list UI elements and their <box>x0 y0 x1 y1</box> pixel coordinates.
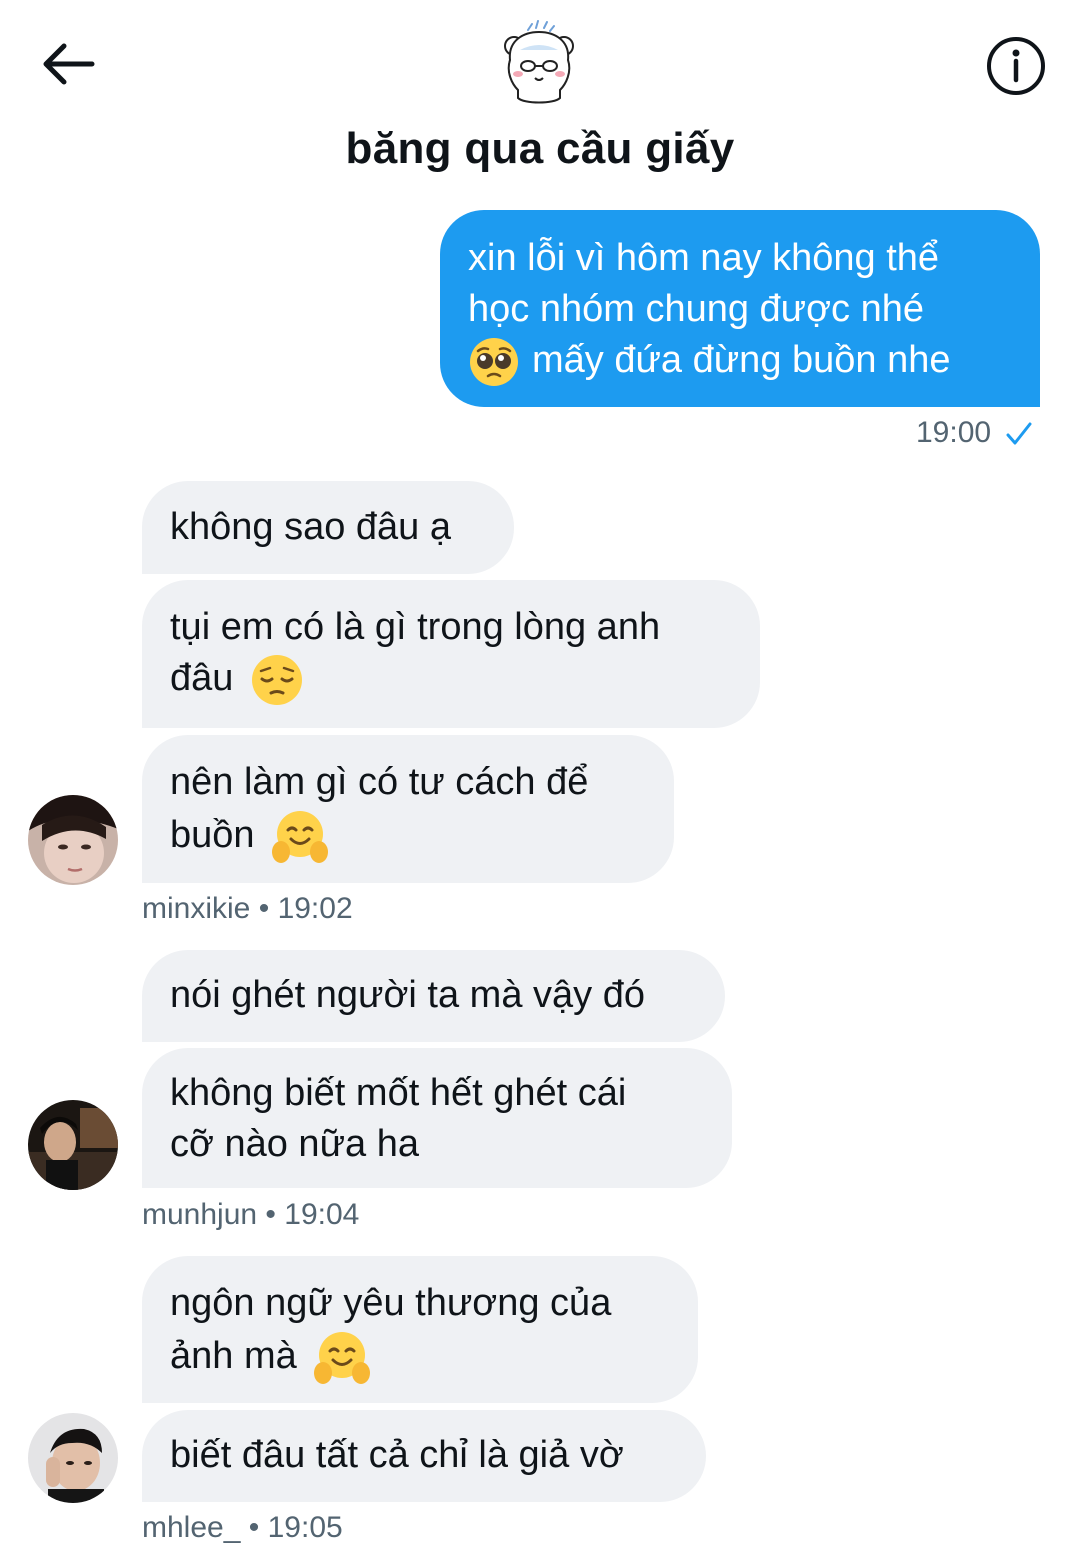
group-avatar[interactable] <box>500 20 578 106</box>
message-line: cỡ nào nữa ha <box>170 1123 419 1165</box>
hugging-face-emoji <box>314 1332 371 1384</box>
message-line-text: đâu <box>170 657 234 700</box>
pleading-face-emoji <box>470 337 518 386</box>
incoming-message[interactable]: biết đâu tất cả chỉ là giả vờ <box>142 1410 706 1502</box>
message-line: biết đâu tất cả chỉ là giả vờ <box>170 1434 624 1476</box>
sender-meta: munhjun • 19:04 <box>142 1198 359 1232</box>
message-time: 19:00 <box>916 416 992 449</box>
bear-avatar-icon <box>504 20 574 104</box>
incoming-message[interactable]: ngôn ngữ yêu thương của ảnh mà <box>142 1256 698 1403</box>
incoming-message[interactable]: tụi em có là gì trong lòng anh đâu <box>142 580 760 728</box>
message-time: 19:04 <box>284 1198 360 1231</box>
message-line: xin lỗi vì hôm nay không thể <box>468 237 940 279</box>
outgoing-meta: 19:00 <box>916 416 1033 450</box>
message-line: ngôn ngữ yêu thương của <box>170 1282 612 1324</box>
pensive-face-emoji <box>251 655 302 705</box>
hugging-face-emoji <box>272 811 329 863</box>
user-photo-icon <box>28 1100 118 1190</box>
message-line-text: ảnh mà <box>170 1335 297 1378</box>
outgoing-message[interactable]: xin lỗi vì hôm nay không thể học nhóm ch… <box>440 210 1040 407</box>
info-button[interactable] <box>984 36 1048 96</box>
message-line: đâu <box>170 653 732 707</box>
message-line: học nhóm chung được nhé <box>468 288 924 330</box>
arrow-left-icon <box>43 43 95 85</box>
message-line: mấy đứa đừng buồn nhe <box>468 335 1012 388</box>
separator: • <box>265 1198 276 1231</box>
incoming-message[interactable]: không sao đâu ạ <box>142 481 514 574</box>
back-button[interactable] <box>36 38 100 90</box>
avatar[interactable] <box>28 1100 118 1190</box>
sender-meta: mhlee_ • 19:05 <box>142 1511 343 1545</box>
message-line: nói ghét người ta mà vậy đó <box>170 974 645 1016</box>
sender-name: minxikie <box>142 892 251 925</box>
message-time: 19:05 <box>267 1511 343 1544</box>
info-circle-icon <box>987 37 1045 95</box>
message-line: buồn <box>170 808 646 866</box>
message-line-text: buồn <box>170 814 255 857</box>
incoming-message[interactable]: nói ghét người ta mà vậy đó <box>142 950 725 1042</box>
sent-check-icon <box>1006 422 1032 445</box>
message-line: không biết mốt hết ghét cái <box>170 1072 627 1114</box>
sender-meta: minxikie • 19:02 <box>142 892 353 926</box>
user-photo-icon <box>28 795 118 885</box>
conversation-title: băng qua cầu giấy <box>345 124 735 173</box>
message-line: ảnh mà <box>170 1329 670 1387</box>
avatar[interactable] <box>28 1413 118 1503</box>
incoming-message[interactable]: nên làm gì có tư cách để buồn <box>142 735 674 883</box>
message-time: 19:02 <box>277 892 353 925</box>
sender-name: mhlee_ <box>142 1511 241 1544</box>
user-photo-icon <box>28 1413 118 1503</box>
sender-name: munhjun <box>142 1198 258 1231</box>
message-line: nên làm gì có tư cách để <box>170 761 589 803</box>
incoming-message[interactable]: không biết mốt hết ghét cái cỡ nào nữa h… <box>142 1048 732 1188</box>
message-line: không sao đâu ạ <box>170 506 452 548</box>
separator: • <box>258 892 270 925</box>
separator: • <box>248 1511 260 1544</box>
message-line: tụi em có là gì trong lòng anh <box>170 606 661 648</box>
avatar[interactable] <box>28 795 118 885</box>
message-line-text: mấy đứa đừng buồn nhe <box>532 339 951 381</box>
